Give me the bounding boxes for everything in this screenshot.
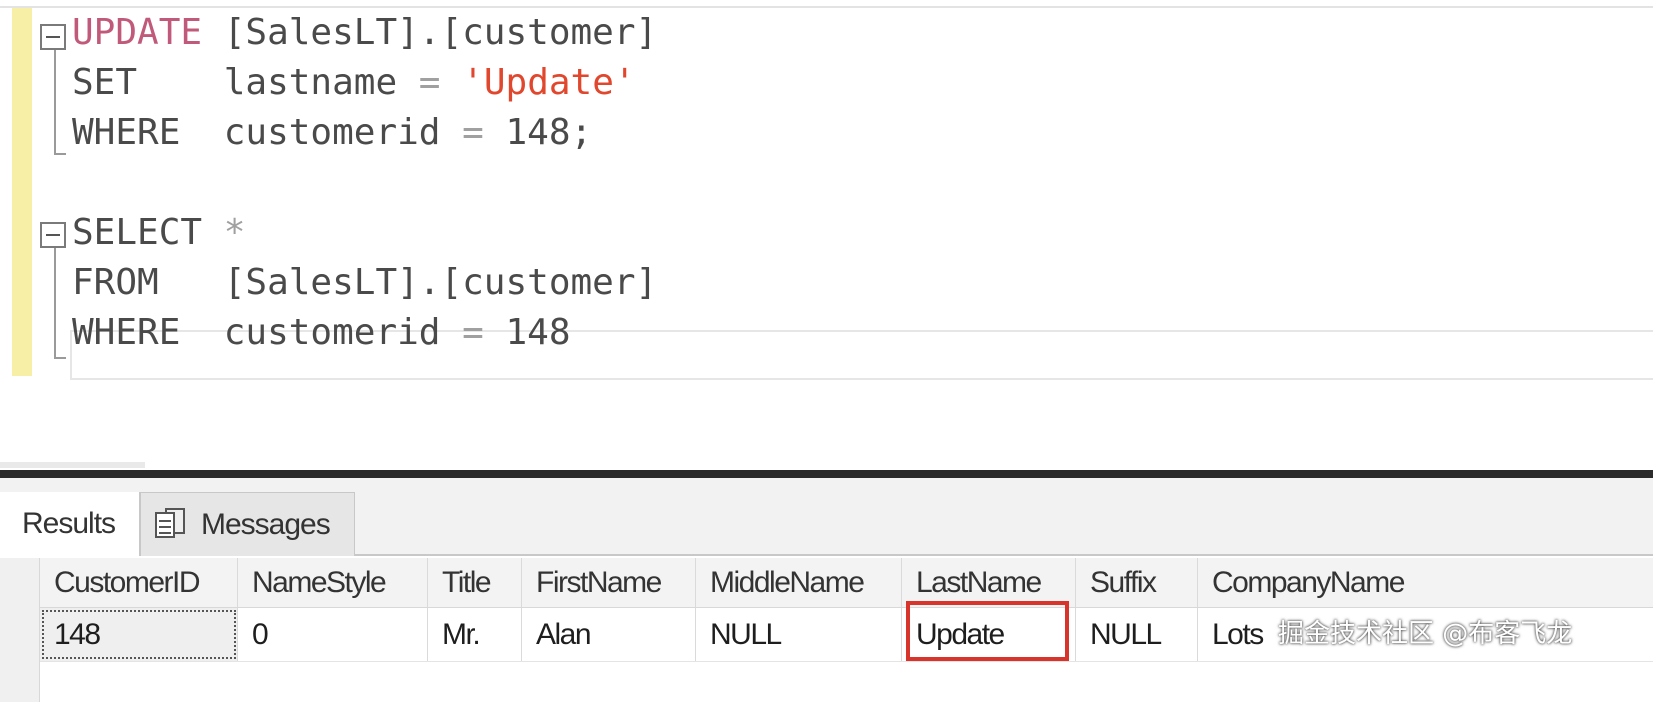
cell-suffix[interactable]: NULL [1076, 608, 1198, 661]
query-editor[interactable]: UPDATE [SalesLT].[customer] SET lastname… [0, 0, 1653, 494]
editor-horizontal-scrollbar[interactable] [0, 462, 145, 468]
outline-line-update [54, 50, 56, 154]
collapse-toggle-select[interactable] [40, 222, 66, 248]
operator-equals: = [462, 312, 484, 353]
code-line-6[interactable]: WHERE customerid = 148 [72, 308, 571, 358]
column-header-middlename[interactable]: MiddleName [696, 558, 902, 607]
column-header-firstname[interactable]: FirstName [522, 558, 696, 607]
keyword-update: UPDATE [72, 12, 203, 53]
tab-messages-label: Messages [201, 507, 331, 541]
cell-customerid[interactable]: 148 [40, 608, 238, 661]
column-customerid: customerid [180, 312, 463, 353]
outline-end-select [54, 357, 66, 359]
operator-equals: = [418, 62, 441, 103]
change-tracking-margin [12, 8, 32, 376]
code-line-2[interactable]: SET lastname = 'Update' [72, 58, 636, 108]
cell-lastname[interactable]: Update [902, 608, 1076, 661]
results-tab-strip: Results Messages [0, 478, 1653, 556]
string-literal-update: 'Update' [462, 62, 636, 103]
cell-middlename[interactable]: NULL [696, 608, 902, 661]
column-header-lastname[interactable]: LastName [902, 558, 1076, 607]
column-header-customerid[interactable]: CustomerID [40, 558, 238, 607]
column-header-suffix[interactable]: Suffix [1076, 558, 1198, 607]
value-148: 148; [483, 112, 593, 153]
value-148: 148 [483, 312, 571, 353]
code-line-1[interactable]: UPDATE [SalesLT].[customer] [72, 8, 657, 58]
results-pane: Results Messages CustomerID NameStyle Ti… [0, 478, 1653, 702]
column-customerid: customerid [180, 112, 463, 153]
keyword-from: FROM [72, 262, 159, 303]
cell-firstname[interactable]: Alan [522, 608, 696, 661]
row-header-column[interactable] [0, 558, 40, 702]
code-line-3[interactable]: WHERE customerid = 148; [72, 108, 592, 158]
keyword-set: SET [72, 62, 138, 103]
table-ref: [SalesLT].[customer] [158, 262, 658, 303]
outline-line-select [54, 248, 56, 358]
outline-end-update [54, 153, 66, 155]
select-star: * [223, 212, 246, 253]
messages-icon [153, 507, 187, 542]
table-ref: [SalesLT].[customer] [202, 12, 658, 53]
column-header-title[interactable]: Title [428, 558, 522, 607]
column-header-namestyle[interactable]: NameStyle [238, 558, 428, 607]
operator-equals: = [462, 112, 484, 153]
watermark: 掘金技术社区 @布客飞龙 [1278, 619, 1573, 649]
collapse-toggle-update[interactable] [40, 24, 66, 50]
cell-namestyle[interactable]: 0 [238, 608, 428, 661]
column-lastname: lastname [137, 62, 419, 103]
grid-header-row: CustomerID NameStyle Title FirstName Mid… [40, 558, 1653, 608]
column-header-companyname[interactable]: CompanyName [1198, 558, 1653, 607]
code-line-5[interactable]: FROM [SalesLT].[customer] [72, 258, 657, 308]
pane-splitter[interactable] [0, 470, 1653, 478]
tab-results-label: Results [22, 507, 116, 540]
cell-title[interactable]: Mr. [428, 608, 522, 661]
keyword-where: WHERE [72, 112, 181, 153]
tab-results[interactable]: Results [0, 492, 140, 556]
tab-messages[interactable]: Messages [140, 492, 355, 556]
code-line-4[interactable]: SELECT * [72, 208, 245, 258]
keyword-select: SELECT [72, 212, 203, 253]
keyword-where: WHERE [72, 312, 181, 353]
